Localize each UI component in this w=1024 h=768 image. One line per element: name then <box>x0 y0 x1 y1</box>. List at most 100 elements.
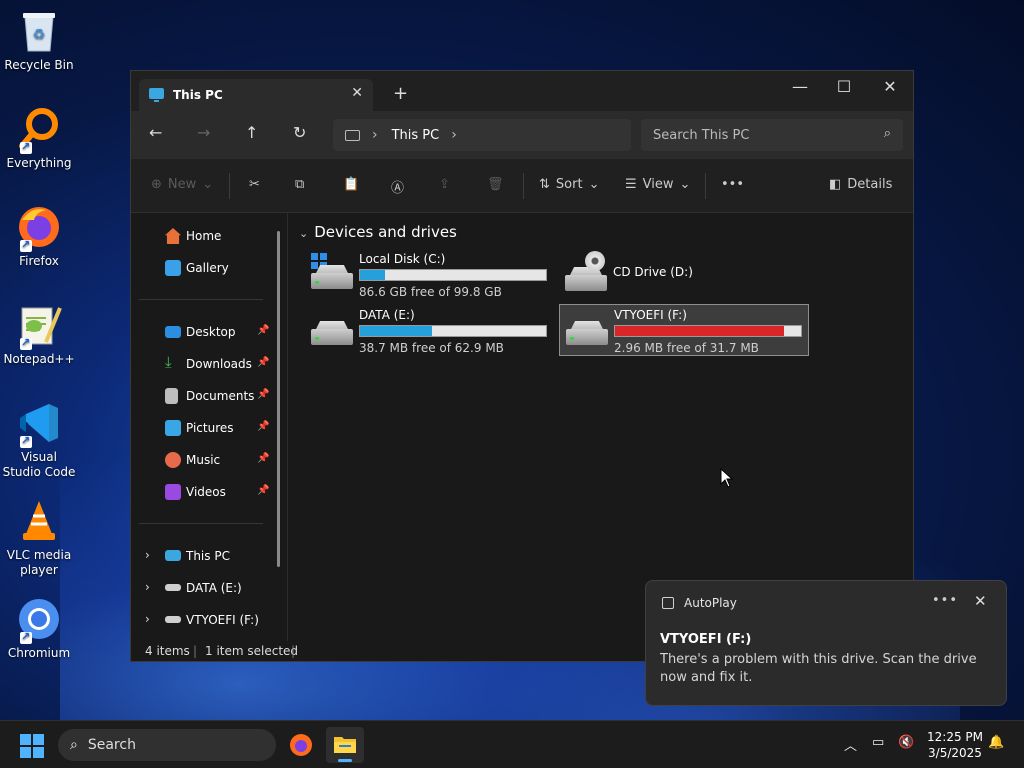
breadcrumb-this-pc[interactable]: This PC <box>392 128 440 143</box>
notification-title: VTYOEFI (F:) <box>660 632 752 647</box>
nav-item-vtyoefi-f[interactable]: › VTYOEFI (F:) <box>131 605 281 635</box>
chevron-down-icon: ⌄ <box>679 177 691 192</box>
chevron-right-icon[interactable]: › <box>372 127 378 143</box>
address-bar[interactable]: › This PC › <box>333 119 631 151</box>
desktop-icon-label: Visual Studio Code <box>2 450 76 479</box>
nav-item-data-e[interactable]: › DATA (E:) <box>131 573 281 603</box>
nav-item-home[interactable]: Home <box>131 221 281 251</box>
network-icon[interactable]: ▭ <box>872 735 884 750</box>
close-icon[interactable]: ✕ <box>974 592 987 610</box>
paste-icon[interactable]: 📋 <box>343 177 359 192</box>
taskbar-file-explorer[interactable] <box>326 727 364 763</box>
item-count: 4 items <box>145 644 190 658</box>
new-tab-button[interactable]: + <box>393 83 408 104</box>
selection-count: 1 item selected <box>205 644 299 658</box>
desktop-icon-everything[interactable]: Everything <box>2 106 76 171</box>
share-icon[interactable]: ⇪ <box>439 177 450 192</box>
notification-bell-icon[interactable]: 🔔 <box>988 735 1004 750</box>
drive-c[interactable]: Local Disk (C:) 86.6 GB free of 99.8 GB <box>301 249 551 301</box>
status-divider: | <box>291 644 296 658</box>
shortcut-arrow-icon <box>20 237 32 252</box>
close-tab-icon[interactable]: ✕ <box>351 85 363 101</box>
desktop-icon-vscode[interactable]: Visual Studio Code <box>2 400 76 480</box>
new-button[interactable]: ⊕ New ⌄ <box>151 177 213 192</box>
delete-icon[interactable]: 🗑 <box>487 177 504 192</box>
nav-item-pictures[interactable]: Pictures 📌 <box>131 413 281 443</box>
nav-item-this-pc[interactable]: › This PC <box>131 541 281 571</box>
tab-this-pc[interactable]: This PC ✕ <box>139 79 373 111</box>
up-arrow-icon[interactable]: ↑ <box>245 123 258 142</box>
nav-item-downloads[interactable]: ⤓ Downloads 📌 <box>131 349 281 379</box>
group-title: Devices and drives <box>314 223 457 241</box>
cd-drive-icon <box>565 251 607 291</box>
nav-item-label: Desktop <box>186 325 236 339</box>
view-label: View <box>642 177 674 192</box>
nav-item-videos[interactable]: Videos 📌 <box>131 477 281 507</box>
taskbar: ⌕ Search ︿ ▭ 🔇 12:25 PM 3/5/2025 🔔 <box>0 720 1024 768</box>
title-bar: This PC ✕ + — ☐ ✕ <box>131 71 913 111</box>
forward-arrow-icon[interactable]: → <box>197 123 210 142</box>
group-header-devices[interactable]: ⌄ Devices and drives <box>299 223 457 241</box>
pin-icon[interactable]: 📌 <box>257 485 269 496</box>
taskbar-firefox[interactable] <box>282 727 320 763</box>
cut-icon[interactable]: ✂ <box>249 177 260 192</box>
nav-item-gallery[interactable]: Gallery <box>131 253 281 283</box>
volume-muted-icon[interactable]: 🔇 <box>898 735 914 750</box>
pin-icon[interactable]: 📌 <box>257 325 269 336</box>
nav-item-label: Music <box>186 453 221 467</box>
toolbar-divider <box>705 173 706 199</box>
drive-d[interactable]: CD Drive (D:) <box>555 249 805 301</box>
close-window-button[interactable]: ✕ <box>867 77 913 96</box>
chevron-right-icon[interactable]: › <box>145 580 150 594</box>
desktop-icon-recycle-bin[interactable]: ♻ Recycle Bin <box>2 8 76 73</box>
chevron-right-icon[interactable]: › <box>145 548 150 562</box>
monitor-icon <box>345 129 360 141</box>
nav-item-label: Downloads <box>186 357 252 371</box>
nav-item-music[interactable]: Music 📌 <box>131 445 281 475</box>
minimize-button[interactable]: — <box>777 77 823 96</box>
rename-icon[interactable]: Ⓐ <box>391 177 404 196</box>
nav-item-desktop[interactable]: Desktop 📌 <box>131 317 281 347</box>
chevron-right-icon[interactable]: › <box>451 127 457 143</box>
view-button[interactable]: ☰ View ⌄ <box>625 177 690 192</box>
drive-free-space: 2.96 MB free of 31.7 MB <box>614 341 759 355</box>
start-button[interactable] <box>20 734 44 758</box>
autoplay-icon <box>662 597 674 609</box>
videos-icon <box>165 484 181 500</box>
nav-item-label: Gallery <box>186 261 229 275</box>
autoplay-notification[interactable]: AutoPlay ••• ✕ VTYOEFI (F:) There's a pr… <box>645 580 1007 706</box>
maximize-button[interactable]: ☐ <box>821 77 867 96</box>
search-input[interactable]: Search This PC ⌕ <box>641 119 903 151</box>
pin-icon[interactable]: 📌 <box>257 357 269 368</box>
pane-divider[interactable] <box>287 213 288 641</box>
back-arrow-icon[interactable]: ← <box>149 123 162 142</box>
navigation-pane: Home Gallery Desktop 📌 ⤓ Downloads 📌 Doc… <box>131 213 287 641</box>
chevron-up-icon[interactable]: ︿ <box>844 735 857 754</box>
nav-pane-scrollbar[interactable] <box>277 231 280 567</box>
search-icon: ⌕ <box>70 737 78 753</box>
refresh-icon[interactable]: ↻ <box>293 123 306 142</box>
drive-e[interactable]: DATA (E:) 38.7 MB free of 62.9 MB <box>301 305 551 357</box>
search-icon[interactable]: ⌕ <box>884 126 891 141</box>
drive-f[interactable]: VTYOEFI (F:) 2.96 MB free of 31.7 MB <box>559 304 809 356</box>
taskbar-search-label: Search <box>87 737 136 753</box>
sort-button[interactable]: ⇅ Sort ⌄ <box>539 177 599 192</box>
pin-icon[interactable]: 📌 <box>257 453 269 464</box>
taskbar-search[interactable]: ⌕ Search <box>58 729 276 761</box>
desktop-icon-firefox[interactable]: Firefox <box>2 204 76 269</box>
plus-circle-icon: ⊕ <box>151 177 162 192</box>
desktop-icon-vlc[interactable]: VLC media player <box>2 498 76 578</box>
copy-icon[interactable]: ⧉ <box>295 177 304 192</box>
more-options-button[interactable]: ••• <box>721 177 744 192</box>
desktop-icon-chromium[interactable]: Chromium <box>2 596 76 661</box>
pin-icon[interactable]: 📌 <box>257 421 269 432</box>
desktop-icon-notepadpp[interactable]: Notepad++ <box>2 302 76 367</box>
notification-message[interactable]: There's a problem with this drive. Scan … <box>660 651 1000 687</box>
pin-icon[interactable]: 📌 <box>257 389 269 400</box>
details-button[interactable]: ◧ Details <box>829 177 892 192</box>
clock[interactable]: 12:25 PM 3/5/2025 <box>920 729 990 761</box>
more-options-icon[interactable]: ••• <box>932 593 958 608</box>
desktop-icon-label: Firefox <box>19 254 59 268</box>
nav-item-documents[interactable]: Documents 📌 <box>131 381 281 411</box>
chevron-right-icon[interactable]: › <box>145 612 150 626</box>
